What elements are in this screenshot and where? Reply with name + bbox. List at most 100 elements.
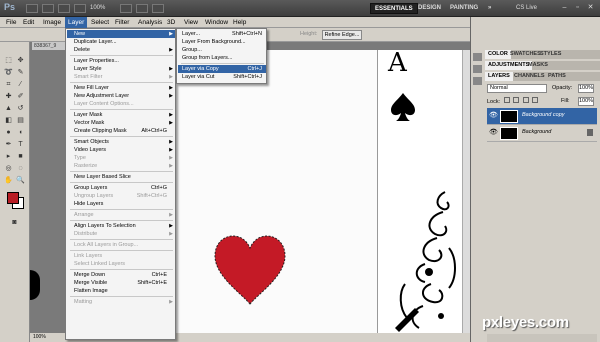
- menu-item-new[interactable]: New ▶: [67, 30, 175, 38]
- tab-styles[interactable]: STYLES: [537, 50, 564, 59]
- menu-item-flatten-image[interactable]: Flatten Image: [67, 287, 175, 295]
- menu-select[interactable]: Select: [88, 17, 112, 28]
- path-select-tool-icon[interactable]: ▸: [4, 152, 13, 161]
- view-extras-icon[interactable]: [120, 4, 132, 13]
- minimize-icon[interactable]: –: [560, 3, 569, 12]
- history-brush-tool-icon[interactable]: ↺: [16, 104, 25, 113]
- healing-brush-tool-icon[interactable]: ✚: [4, 92, 13, 101]
- status-zoom[interactable]: 100%: [33, 334, 46, 340]
- menu-analysis[interactable]: Analysis: [135, 17, 165, 28]
- menu-item-new-fill-layer[interactable]: New Fill Layer ▶: [67, 84, 175, 92]
- menu-item-label: New Layer Based Slice: [74, 174, 131, 180]
- blur-tool-icon[interactable]: ●: [4, 128, 13, 137]
- cs-live-button[interactable]: CS Live: [516, 3, 537, 14]
- quick-mask-icon[interactable]: ◙: [10, 218, 19, 227]
- brush-tool-icon[interactable]: ✐: [16, 92, 25, 101]
- menu-item-hide-layers[interactable]: Hide Layers: [67, 200, 175, 208]
- hand-tool-icon[interactable]: ✋: [4, 176, 13, 185]
- 3d-rotate-tool-icon[interactable]: ◎: [4, 164, 13, 173]
- lock-pixels-icon[interactable]: [513, 97, 520, 103]
- menu-item-duplicate-layer[interactable]: Duplicate Layer...: [67, 38, 175, 46]
- menu-item-vector-mask[interactable]: Vector Mask ▶: [67, 119, 175, 127]
- menu-item-align-layers-to-selection[interactable]: Align Layers To Selection ▶: [67, 222, 175, 230]
- hand-view-icon[interactable]: [58, 4, 70, 13]
- close-icon[interactable]: ✕: [586, 3, 595, 12]
- menu-item-smart-objects[interactable]: Smart Objects ▶: [67, 138, 175, 146]
- zoom-level[interactable]: 100%: [90, 3, 114, 14]
- lock-all-icon[interactable]: [532, 97, 539, 103]
- menu-item-create-clipping-mask[interactable]: Create Clipping Mask Alt+Ctrl+G: [67, 127, 175, 135]
- menu-filter[interactable]: Filter: [112, 17, 132, 28]
- color-panel-icon[interactable]: [473, 53, 482, 61]
- marquee-tool-icon[interactable]: ⬚: [4, 56, 13, 65]
- refine-edge-button[interactable]: Refine Edge...: [322, 30, 362, 40]
- submenu-item-layer-via-cut[interactable]: Layer via Cut Shift+Ctrl+J: [178, 73, 266, 81]
- arrange-documents-icon[interactable]: [136, 4, 148, 13]
- workspace-painting[interactable]: PAINTING: [446, 3, 482, 14]
- workspace-more[interactable]: »: [484, 3, 495, 14]
- tab-layers[interactable]: LAYERS: [485, 72, 513, 81]
- 3d-orbit-tool-icon[interactable]: ◌: [16, 164, 25, 173]
- eraser-tool-icon[interactable]: ◧: [4, 116, 13, 125]
- submenu-item-layer[interactable]: Layer... Shift+Ctrl+N: [178, 30, 266, 38]
- zoom-tool-icon[interactable]: 🔍: [16, 176, 25, 185]
- type-tool-icon[interactable]: T: [16, 140, 25, 149]
- workspace-essentials[interactable]: ESSENTIALS: [370, 3, 418, 14]
- bridge-icon[interactable]: [26, 4, 38, 13]
- character-panel-icon[interactable]: [473, 77, 482, 85]
- tab-channels[interactable]: CHANNELS: [511, 72, 548, 81]
- dodge-tool-icon[interactable]: ◖: [16, 128, 25, 137]
- layer-row-background-copy[interactable]: 👁 Background copy: [487, 108, 597, 125]
- menu-help[interactable]: Help: [230, 17, 249, 28]
- submenu-item-layer-from-background[interactable]: Layer From Background...: [178, 38, 266, 46]
- vertical-scrollbar[interactable]: [462, 50, 470, 333]
- history-panel-icon[interactable]: [473, 65, 482, 73]
- submenu-item-layer-via-copy[interactable]: Layer via Copy Ctrl+J: [178, 65, 266, 73]
- menu-file[interactable]: File: [3, 17, 19, 28]
- shape-tool-icon[interactable]: ■: [16, 152, 25, 161]
- gradient-tool-icon[interactable]: ▤: [16, 116, 25, 125]
- menu-item-merge-down[interactable]: Merge Down Ctrl+E: [67, 271, 175, 279]
- fill-field[interactable]: 100%: [578, 97, 594, 106]
- menu-item-group-layers[interactable]: Group Layers Ctrl+G: [67, 184, 175, 192]
- mini-bridge-icon[interactable]: [42, 4, 54, 13]
- lock-transparent-icon[interactable]: [503, 97, 510, 103]
- zoom-view-icon[interactable]: [74, 4, 86, 13]
- menu-item-new-adjustment-layer[interactable]: New Adjustment Layer ▶: [67, 92, 175, 100]
- menu-item-video-layers[interactable]: Video Layers ▶: [67, 146, 175, 154]
- crop-tool-icon[interactable]: ⌗: [4, 80, 13, 89]
- tab-paths[interactable]: PATHS: [545, 72, 569, 81]
- lasso-tool-icon[interactable]: ➰: [4, 68, 13, 77]
- move-tool-icon[interactable]: ✥: [16, 56, 25, 65]
- menu-layer[interactable]: Layer: [65, 17, 88, 28]
- menu-item-layer-mask[interactable]: Layer Mask ▶: [67, 111, 175, 119]
- submenu-item-group-from-layers[interactable]: Group from Layers...: [178, 54, 266, 62]
- tab-masks[interactable]: MASKS: [525, 61, 551, 70]
- layer-row-background[interactable]: 👁 Background: [487, 125, 597, 142]
- clone-stamp-tool-icon[interactable]: ▲: [4, 104, 13, 113]
- menu-window[interactable]: Window: [202, 17, 231, 28]
- menu-item-delete[interactable]: Delete ▶: [67, 46, 175, 54]
- menu-item-layer-properties[interactable]: Layer Properties...: [67, 57, 175, 65]
- visibility-eye-icon[interactable]: 👁: [489, 112, 498, 120]
- menu-image[interactable]: Image: [40, 17, 64, 28]
- screen-mode-icon[interactable]: [152, 4, 164, 13]
- menu-item-merge-visible[interactable]: Merge Visible Shift+Ctrl+E: [67, 279, 175, 287]
- quick-select-tool-icon[interactable]: ✎: [16, 68, 25, 77]
- menu-edit[interactable]: Edit: [20, 17, 37, 28]
- workspace-design[interactable]: DESIGN: [414, 3, 445, 14]
- pen-tool-icon[interactable]: ✒: [4, 140, 13, 149]
- menu-item-new-layer-based-slice[interactable]: New Layer Based Slice: [67, 173, 175, 181]
- maximize-icon[interactable]: ▫: [573, 3, 582, 12]
- foreground-color-swatch[interactable]: [7, 192, 19, 204]
- menu-view[interactable]: View: [181, 17, 201, 28]
- menu-item-layer-style[interactable]: Layer Style ▶: [67, 65, 175, 73]
- blend-mode-select[interactable]: Normal: [487, 84, 547, 93]
- submenu-item-group[interactable]: Group...: [178, 46, 266, 54]
- eyedropper-tool-icon[interactable]: ⁄: [16, 80, 25, 89]
- visibility-eye-icon[interactable]: 👁: [489, 129, 498, 137]
- opacity-field[interactable]: 100%: [578, 84, 594, 93]
- heart-shape[interactable]: [212, 234, 288, 306]
- lock-position-icon[interactable]: [522, 97, 529, 103]
- menu-3d[interactable]: 3D: [164, 17, 178, 28]
